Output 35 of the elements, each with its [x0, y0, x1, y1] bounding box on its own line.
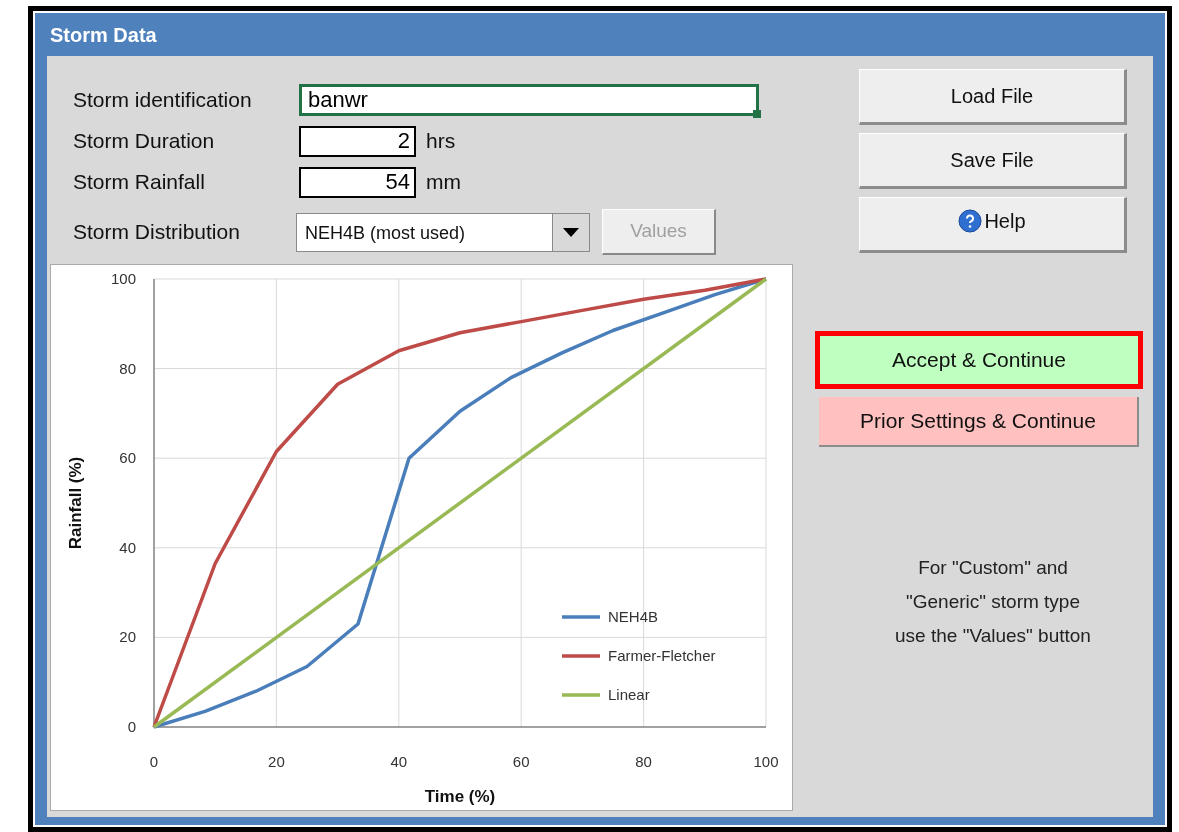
help-icon: [958, 209, 983, 233]
unit-label: mm: [426, 169, 461, 196]
dropdown[interactable]: NEH4B (most used): [296, 212, 590, 252]
text-field[interactable]: banwr: [299, 84, 759, 116]
file-button[interactable]: Save File: [859, 133, 1127, 189]
field-label: Storm identification: [73, 87, 253, 114]
axis-tick-label: 60: [119, 449, 136, 467]
field-label: Storm Distribution: [73, 219, 241, 246]
field-label: Storm Rainfall: [73, 169, 206, 196]
x-axis-title: Time (%): [424, 787, 496, 806]
axis-tick-label: 40: [390, 753, 408, 770]
hint-text: For "Custom" and "Generic" storm type use the "Values" button: [894, 556, 1092, 648]
axis-tick-label: 0: [127, 718, 136, 735]
unit-label: hrs: [426, 128, 456, 155]
axis-tick-label: 0: [149, 753, 159, 770]
axis-tick-label: 20: [268, 753, 285, 770]
number-field[interactable]: 2: [299, 125, 416, 157]
axis-tick-label: 100: [110, 270, 136, 287]
legend-label: Linear: [608, 686, 650, 703]
continue-button[interactable]: Prior Settings & Continue: [819, 397, 1139, 447]
file-button[interactable]: Help: [859, 197, 1127, 253]
number-field[interactable]: 54: [299, 166, 416, 198]
axis-tick-label: 40: [119, 538, 136, 556]
legend-label: NEH4B: [608, 608, 659, 625]
y-axis-title: Rainfall (%): [66, 456, 85, 550]
legend-label: Farmer-Fletcher: [608, 647, 716, 664]
axis-tick-label: 60: [512, 753, 530, 770]
window-title: Storm Data: [49, 23, 158, 48]
file-button[interactable]: Load File: [859, 69, 1127, 125]
axis-tick-label: 20: [119, 628, 136, 646]
caret-icon: [563, 227, 579, 237]
field-label: Storm Duration: [73, 128, 216, 155]
axis-tick-label: 80: [119, 359, 136, 377]
axis-tick-label: 80: [635, 753, 652, 770]
axis-tick-label: 100: [753, 753, 779, 770]
